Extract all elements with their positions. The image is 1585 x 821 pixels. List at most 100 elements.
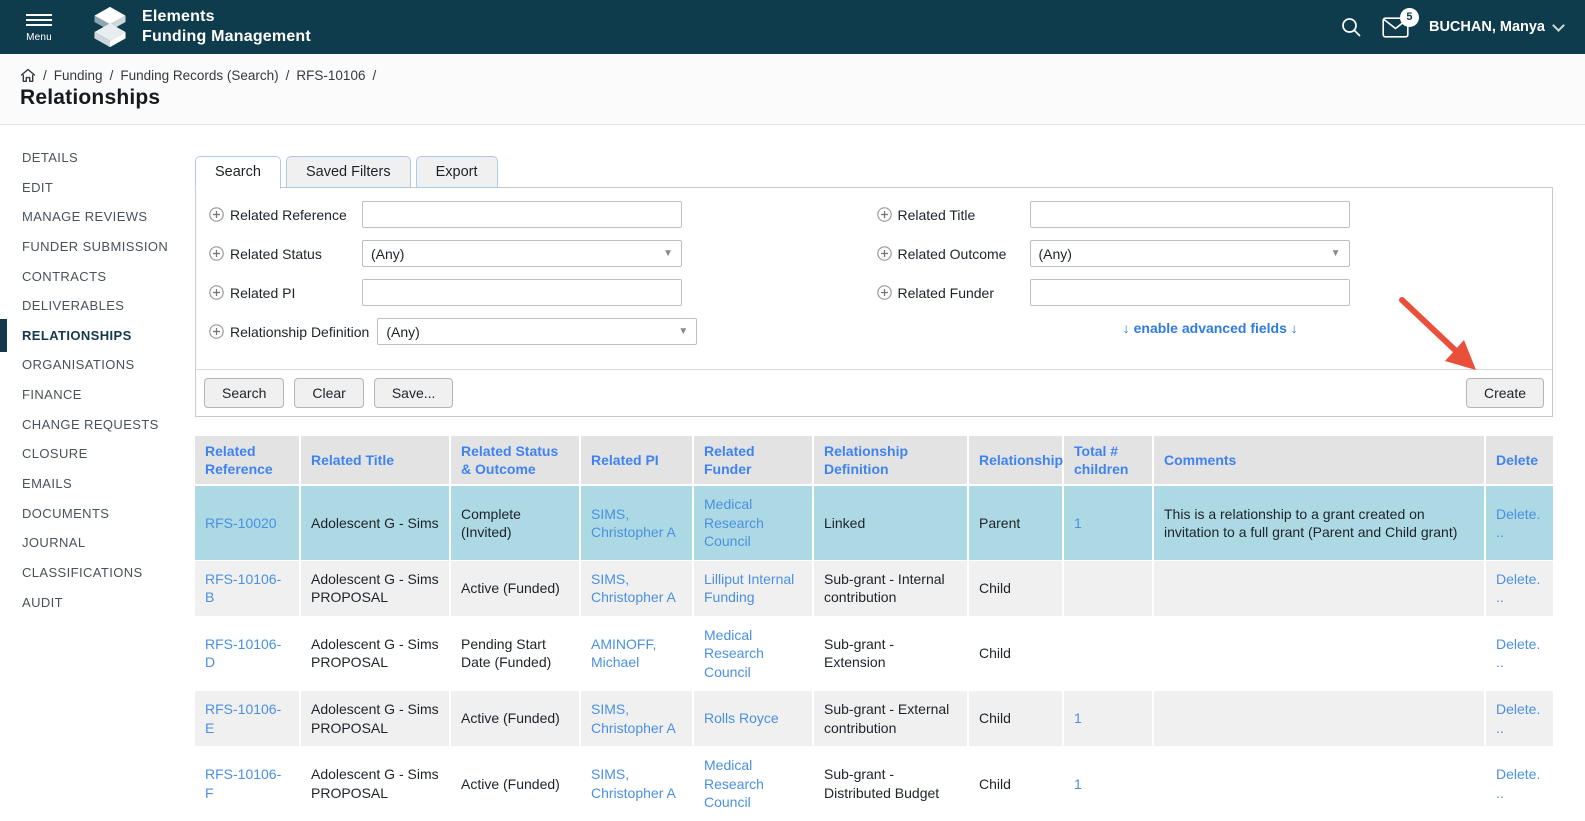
enable-advanced-fields-link[interactable]: ↓ enable advanced fields ↓ [1123,320,1298,336]
create-button[interactable]: Create [1466,378,1544,408]
home-icon[interactable] [20,68,36,83]
col-comments[interactable]: Comments [1153,436,1485,485]
search-button[interactable] [1340,16,1362,38]
sidebar-item-change-requests[interactable]: CHANGE REQUESTS [22,410,195,440]
breadcrumb-item-funding-records[interactable]: Funding Records (Search) [120,68,278,83]
related-reference-input[interactable] [362,201,682,228]
cell-children: 1 [1063,747,1153,821]
add-criteria-icon[interactable] [209,285,224,300]
field-label: Related PI [230,285,362,301]
col-related-reference[interactable]: Related Reference [195,436,300,485]
sidebar-item-details[interactable]: DETAILS [22,143,195,173]
delete-link[interactable]: Delete... [1496,636,1540,670]
related-reference-link[interactable]: RFS-10020 [205,515,277,531]
col-related-status-outcome[interactable]: Related Status & Outcome [450,436,580,485]
delete-link[interactable]: Delete... [1496,701,1540,735]
field-relationship-definition: Relationship Definition (Any) ▼ [209,318,877,345]
col-total-children[interactable]: Total # children [1063,436,1153,485]
sidebar-item-classifications[interactable]: CLASSIFICATIONS [22,558,195,588]
pi-link[interactable]: AMINOFF, Michael [591,636,656,670]
related-pi-input[interactable] [362,279,682,306]
add-criteria-icon[interactable] [877,246,892,261]
pi-link[interactable]: SIMS, Christopher A [591,571,676,605]
add-criteria-icon[interactable] [209,324,224,339]
tab-saved-filters[interactable]: Saved Filters [286,156,411,188]
breadcrumb-separator: / [110,68,114,83]
related-reference-link[interactable]: RFS-10106-D [205,636,281,670]
field-related-pi: Related PI [209,279,877,306]
related-status-select[interactable]: (Any) ▼ [362,240,682,267]
funder-link[interactable]: Lilliput Internal Funding [704,571,794,605]
pi-link[interactable]: SIMS, Christopher A [591,701,676,735]
add-criteria-icon[interactable] [209,207,224,222]
delete-link[interactable]: Delete... [1496,571,1540,605]
related-reference-link[interactable]: RFS-10106-F [205,766,281,800]
delete-link[interactable]: Delete... [1496,766,1540,800]
related-funder-input[interactable] [1030,279,1350,306]
breadcrumb-item-funding[interactable]: Funding [54,68,103,83]
relationships-table: Related Reference Related Title Related … [195,436,1553,821]
add-criteria-icon[interactable] [209,246,224,261]
user-menu[interactable]: BUCHAN, Manya [1429,19,1563,35]
children-link[interactable]: 1 [1074,515,1082,531]
menu-button-label: Menu [26,32,52,43]
save-button[interactable]: Save... [374,378,454,408]
sidebar-item-audit[interactable]: AUDIT [22,588,195,618]
relationship-definition-select[interactable]: (Any) ▼ [377,318,697,345]
sidebar-item-finance[interactable]: FINANCE [22,380,195,410]
breadcrumb-item-record[interactable]: RFS-10106 [296,68,365,83]
search-button-form[interactable]: Search [204,378,284,408]
col-relationship[interactable]: Relationship [968,436,1063,485]
add-criteria-icon[interactable] [877,207,892,222]
cell-relationship: Parent [968,485,1063,560]
sidebar-item-organisations[interactable]: ORGANISATIONS [22,350,195,380]
funder-link[interactable]: Medical Research Council [704,627,764,680]
tab-search[interactable]: Search [195,156,281,189]
col-related-funder[interactable]: Related Funder [693,436,813,485]
funder-link[interactable]: Medical Research Council [704,757,764,810]
funder-link[interactable]: Medical Research Council [704,496,764,549]
notifications-button[interactable]: 5 [1382,17,1409,38]
col-relationship-definition[interactable]: Relationship Definition [813,436,968,485]
related-outcome-select[interactable]: (Any) ▼ [1030,240,1350,267]
pi-link[interactable]: SIMS, Christopher A [591,506,676,540]
sidebar-item-emails[interactable]: EMAILS [22,469,195,499]
cell-relationship: Child [968,691,1063,747]
sidebar-item-journal[interactable]: JOURNAL [22,528,195,558]
children-link[interactable]: 1 [1074,710,1082,726]
funder-link[interactable]: Rolls Royce [704,710,779,726]
related-reference-link[interactable]: RFS-10106-E [205,701,281,735]
col-delete[interactable]: Delete [1485,436,1553,485]
related-title-input[interactable] [1030,201,1350,228]
sidebar-item-documents[interactable]: DOCUMENTS [22,499,195,529]
cell-related-reference: RFS-10020 [195,485,300,560]
top-header: Menu Elements Funding Management [0,0,1585,54]
col-related-pi[interactable]: Related PI [580,436,693,485]
sidebar-item-contracts[interactable]: CONTRACTS [22,262,195,292]
tab-export[interactable]: Export [416,156,498,188]
sidebar-item-funder-submission[interactable]: FUNDER SUBMISSION [22,232,195,262]
clear-button[interactable]: Clear [294,378,363,408]
cell-children: 1 [1063,485,1153,560]
breadcrumb-separator: / [372,68,376,83]
delete-link[interactable]: Delete... [1496,506,1540,540]
children-link[interactable]: 1 [1074,776,1082,792]
related-reference-link[interactable]: RFS-10106-B [205,571,281,605]
cell-related-reference: RFS-10106-F [195,747,300,821]
table-row: RFS-10106-E Adolescent G - Sims PROPOSAL… [195,691,1553,747]
cell-status: Active (Funded) [450,560,580,616]
menu-button[interactable]: Menu [8,11,70,43]
col-related-title[interactable]: Related Title [300,436,450,485]
select-value: (Any) [386,324,419,340]
pi-link[interactable]: SIMS, Christopher A [591,766,676,800]
sidebar-item-manage-reviews[interactable]: MANAGE REVIEWS [22,202,195,232]
cell-definition: Sub-grant - External contribution [813,691,968,747]
sidebar-item-closure[interactable]: CLOSURE [22,439,195,469]
cell-pi: SIMS, Christopher A [580,560,693,616]
button-bar: Search Clear Save... Create [196,369,1552,416]
sidebar-item-deliverables[interactable]: DELIVERABLES [22,291,195,321]
add-criteria-icon[interactable] [877,285,892,300]
sidebar-item-relationships[interactable]: RELATIONSHIPS [22,321,195,351]
brand[interactable]: Elements Funding Management [88,6,311,48]
sidebar-item-edit[interactable]: EDIT [22,173,195,203]
